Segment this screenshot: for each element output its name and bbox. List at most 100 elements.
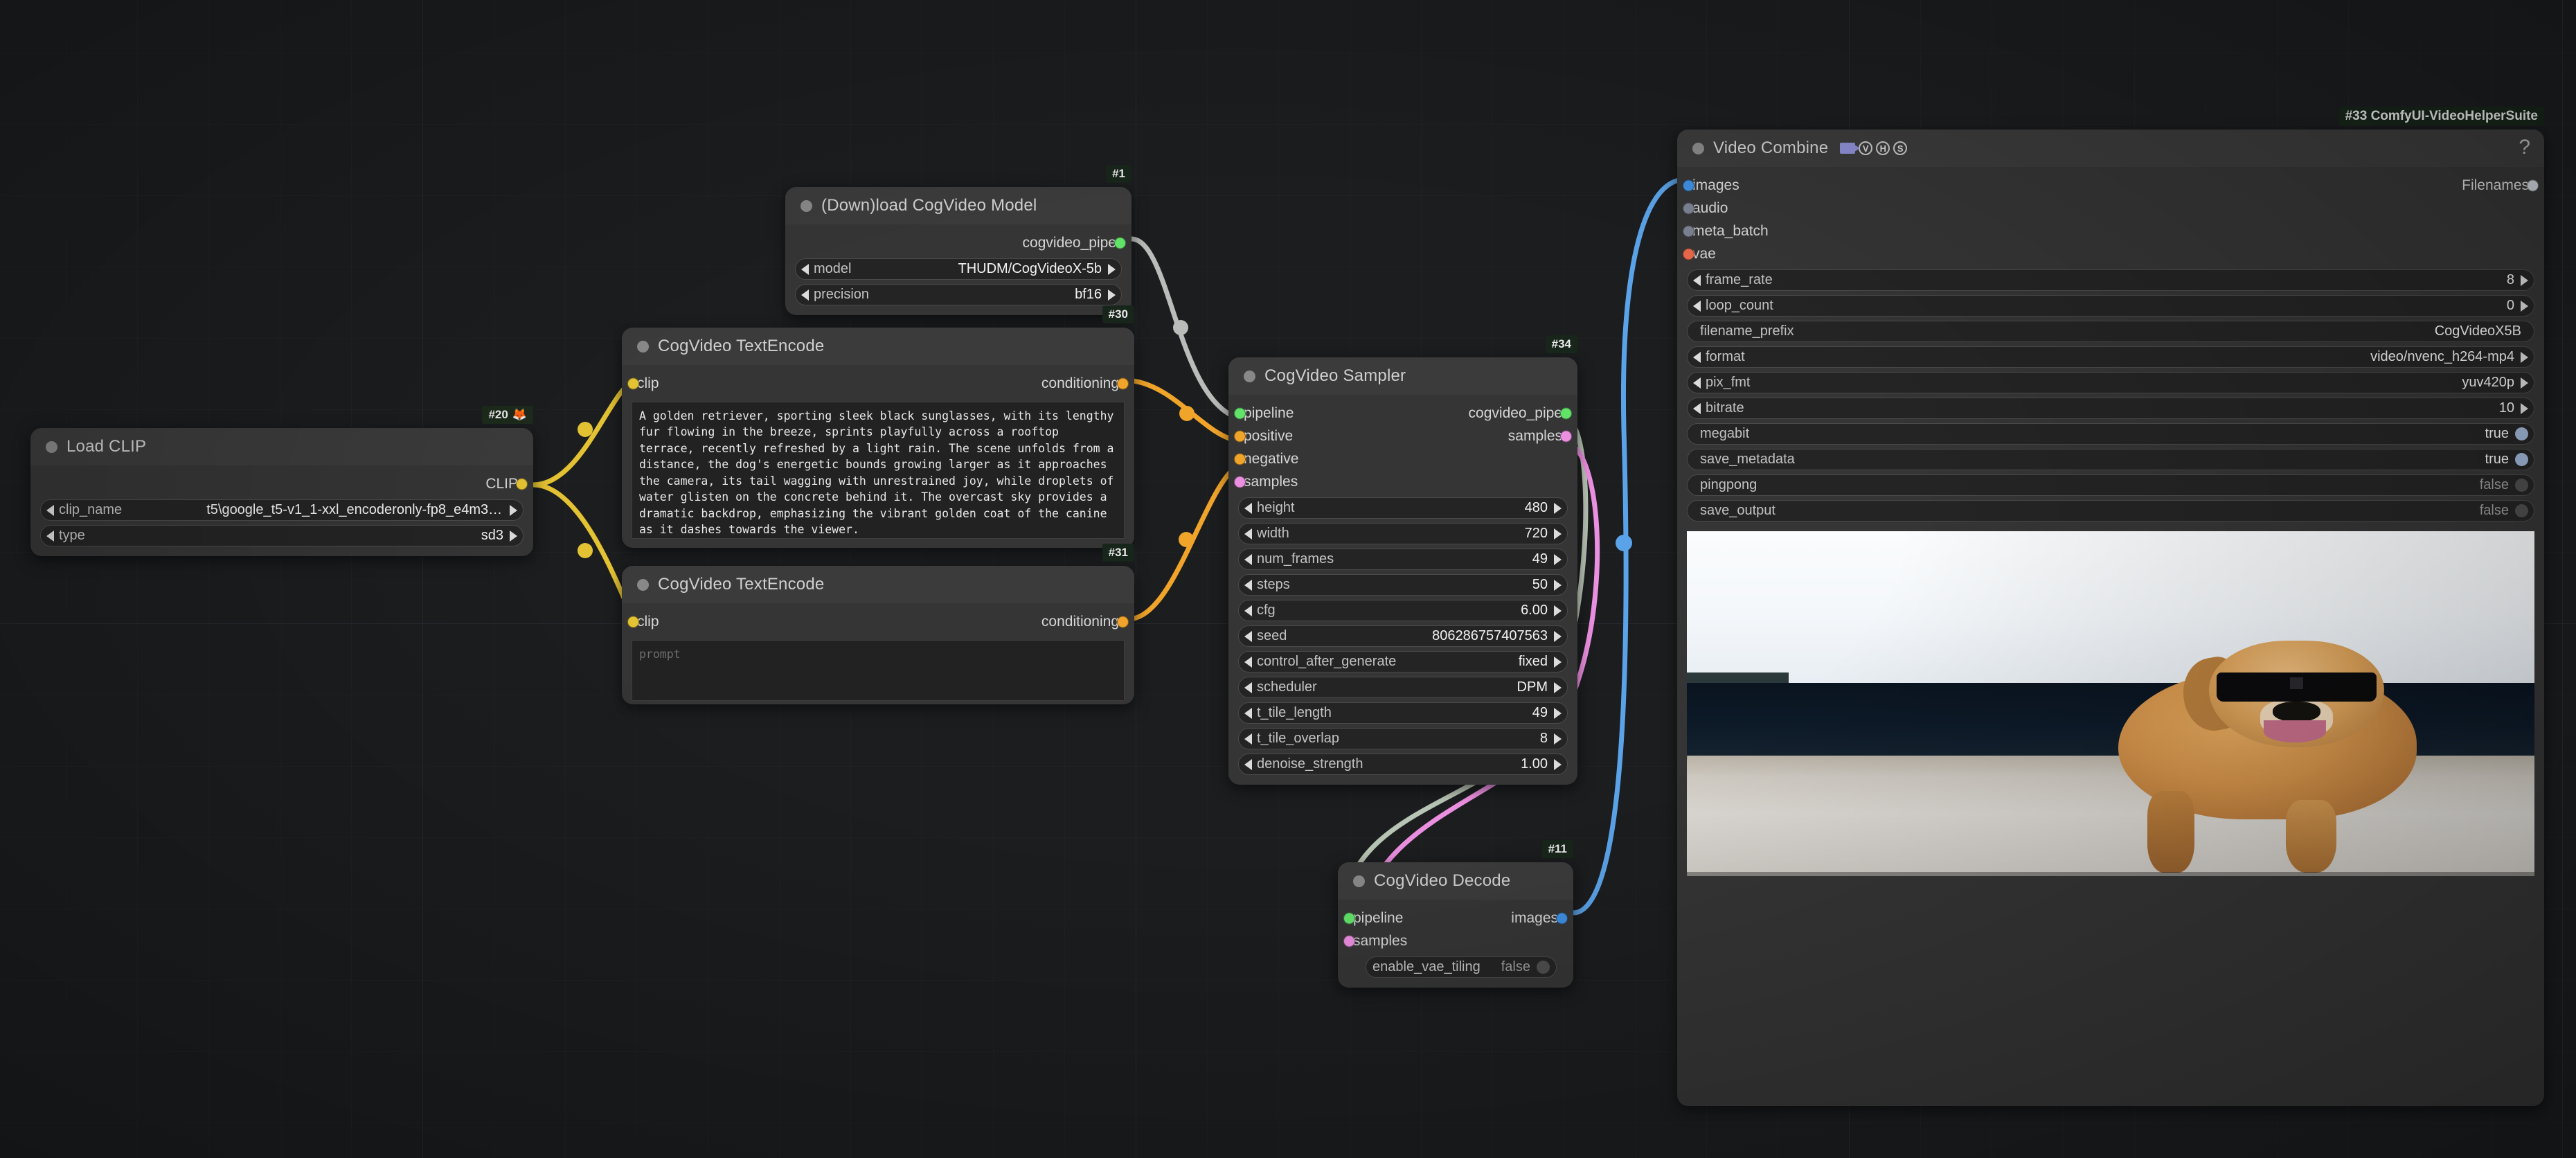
widget-save-metadata[interactable]: save_metadata true <box>1687 449 2534 470</box>
collapse-dot-icon[interactable] <box>1353 875 1365 887</box>
widget-control-after-generate[interactable]: control_after_generate fixed <box>1238 651 1568 672</box>
decrement-arrow-icon[interactable] <box>1244 707 1252 719</box>
video-preview[interactable] <box>1687 531 2534 876</box>
collapse-dot-icon[interactable] <box>800 199 812 212</box>
widget-pix-fmt[interactable]: pix_fmt yuv420p <box>1687 372 2534 393</box>
widget-filename-prefix[interactable]: filename_prefix CogVideoX5B <box>1687 321 2534 342</box>
widget-precision[interactable]: precision bf16 <box>795 284 1122 305</box>
node-header-load-clip[interactable]: Load CLIP <box>30 428 533 465</box>
port-dot-pipeline-icon[interactable] <box>1343 912 1355 924</box>
collapse-dot-icon[interactable] <box>637 340 649 353</box>
port-dot-conditioning-icon[interactable] <box>1117 377 1129 389</box>
decrement-arrow-icon[interactable] <box>1244 656 1252 668</box>
port-dot-pipeline-icon[interactable] <box>1234 407 1246 419</box>
decrement-arrow-icon[interactable] <box>46 530 54 542</box>
node-header-sampler[interactable]: CogVideo Sampler <box>1228 357 1577 395</box>
decrement-arrow-icon[interactable] <box>46 504 54 516</box>
increment-arrow-icon[interactable] <box>510 504 517 516</box>
port-dot-clip-icon[interactable] <box>516 478 528 490</box>
port-dot-meta-batch-icon[interactable] <box>1683 225 1694 237</box>
increment-arrow-icon[interactable] <box>2521 274 2528 286</box>
decrement-arrow-icon[interactable] <box>1244 630 1252 642</box>
port-dot-negative-icon[interactable] <box>1234 453 1246 465</box>
port-dot-cogvideo-pipe-icon[interactable] <box>1560 407 1572 419</box>
decrement-arrow-icon[interactable] <box>1244 528 1252 540</box>
video-progress-bar[interactable] <box>1687 872 2534 876</box>
node-header-textencode-positive[interactable]: CogVideo TextEncode <box>622 328 1134 365</box>
node-cogvideo-sampler[interactable]: #34 CogVideo Sampler pipeline cogvideo_p… <box>1228 335 1577 785</box>
node-header-textencode-negative[interactable]: CogVideo TextEncode <box>622 566 1134 603</box>
collapse-dot-icon[interactable] <box>637 578 649 591</box>
widget-format[interactable]: format video/nvenc_h264-mp4 <box>1687 346 2534 368</box>
node-cogvideo-decode[interactable]: #11 CogVideo Decode pipeline images samp… <box>1338 840 1573 988</box>
increment-arrow-icon[interactable] <box>1108 289 1116 301</box>
increment-arrow-icon[interactable] <box>2521 402 2528 414</box>
toggle-knob-icon[interactable] <box>2515 453 2528 466</box>
output-port-clip[interactable]: CLIP <box>30 472 533 495</box>
decrement-arrow-icon[interactable] <box>1693 351 1701 363</box>
decrement-arrow-icon[interactable] <box>1244 502 1252 514</box>
node-download-cogvideo-model[interactable]: #1 (Down)load CogVideo Model cogvideo_pi… <box>785 165 1132 315</box>
port-dot-filenames-icon[interactable] <box>2527 179 2539 191</box>
widget-t-tile-length[interactable]: t_tile_length 49 <box>1238 702 1568 724</box>
increment-arrow-icon[interactable] <box>1554 758 1562 770</box>
increment-arrow-icon[interactable] <box>1108 263 1116 275</box>
port-dot-vae-icon[interactable] <box>1683 248 1694 260</box>
toggle-knob-icon[interactable] <box>2515 479 2528 492</box>
widget-num-frames[interactable]: num_frames 49 <box>1238 549 1568 570</box>
widget-loop-count[interactable]: loop_count 0 <box>1687 295 2534 317</box>
node-video-combine[interactable]: #33 ComfyUI-VideoHelperSuite Video Combi… <box>1677 107 2544 1106</box>
collapse-dot-icon[interactable] <box>46 440 57 453</box>
increment-arrow-icon[interactable] <box>510 530 517 542</box>
increment-arrow-icon[interactable] <box>1554 605 1562 616</box>
widget-megabit[interactable]: megabit true <box>1687 423 2534 445</box>
toggle-knob-icon[interactable] <box>2515 427 2528 440</box>
increment-arrow-icon[interactable] <box>2521 351 2528 363</box>
widget-save-output[interactable]: save_output false <box>1687 500 2534 522</box>
decrement-arrow-icon[interactable] <box>801 289 809 301</box>
widget-seed[interactable]: seed 806286757407563 <box>1238 625 1568 647</box>
port-dot-samples-icon[interactable] <box>1343 935 1355 947</box>
widget-enable-vae-tiling[interactable]: enable_vae_tiling false <box>1366 956 1557 978</box>
port-dot-positive-icon[interactable] <box>1234 430 1246 442</box>
decrement-arrow-icon[interactable] <box>1244 553 1252 565</box>
widget-frame-rate[interactable]: frame_rate 8 <box>1687 269 2534 291</box>
port-dot-conditioning-icon[interactable] <box>1117 616 1129 627</box>
node-header-video-combine[interactable]: Video Combine V H S ? <box>1677 130 2544 167</box>
decrement-arrow-icon[interactable] <box>1244 605 1252 616</box>
decrement-arrow-icon[interactable] <box>1244 733 1252 745</box>
port-dot-images-icon[interactable] <box>1556 912 1568 924</box>
increment-arrow-icon[interactable] <box>1554 707 1562 719</box>
node-cogvideo-textencode-positive[interactable]: #30 CogVideo TextEncode clip conditionin… <box>622 305 1134 548</box>
widget-steps[interactable]: steps 50 <box>1238 574 1568 596</box>
increment-arrow-icon[interactable] <box>1554 502 1562 514</box>
increment-arrow-icon[interactable] <box>2521 377 2528 389</box>
decrement-arrow-icon[interactable] <box>1693 274 1701 286</box>
decrement-arrow-icon[interactable] <box>1693 300 1701 312</box>
widget-bitrate[interactable]: bitrate 10 <box>1687 398 2534 419</box>
widget-model[interactable]: model THUDM/CogVideoX-5b <box>795 258 1122 280</box>
port-dot-clip-icon[interactable] <box>627 616 639 627</box>
port-dot-samples-in-icon[interactable] <box>1234 476 1246 488</box>
node-header-download-model[interactable]: (Down)load CogVideo Model <box>785 187 1132 224</box>
node-cogvideo-textencode-negative[interactable]: #31 CogVideo TextEncode clip conditionin… <box>622 544 1134 704</box>
decrement-arrow-icon[interactable] <box>1244 758 1252 770</box>
prompt-textarea[interactable]: A golden retriever, sporting sleek black… <box>632 402 1125 539</box>
output-port-cogvideo-pipe[interactable]: cogvideo_pipe <box>785 231 1132 254</box>
port-dot-samples-out-icon[interactable] <box>1560 430 1572 442</box>
widget-width[interactable]: width 720 <box>1238 523 1568 544</box>
port-dot-clip-icon[interactable] <box>627 377 639 389</box>
increment-arrow-icon[interactable] <box>1554 553 1562 565</box>
increment-arrow-icon[interactable] <box>1554 630 1562 642</box>
increment-arrow-icon[interactable] <box>1554 528 1562 540</box>
increment-arrow-icon[interactable] <box>1554 682 1562 693</box>
widget-t-tile-overlap[interactable]: t_tile_overlap 8 <box>1238 728 1568 749</box>
widget-type[interactable]: type sd3 <box>40 525 524 546</box>
decrement-arrow-icon[interactable] <box>1693 402 1701 414</box>
decrement-arrow-icon[interactable] <box>1244 682 1252 693</box>
toggle-knob-icon[interactable] <box>1536 961 1550 974</box>
widget-denoise-strength[interactable]: denoise_strength 1.00 <box>1238 754 1568 775</box>
port-dot-pipe-icon[interactable] <box>1114 237 1126 249</box>
widget-cfg[interactable]: cfg 6.00 <box>1238 600 1568 621</box>
node-header-decode[interactable]: CogVideo Decode <box>1338 862 1573 900</box>
